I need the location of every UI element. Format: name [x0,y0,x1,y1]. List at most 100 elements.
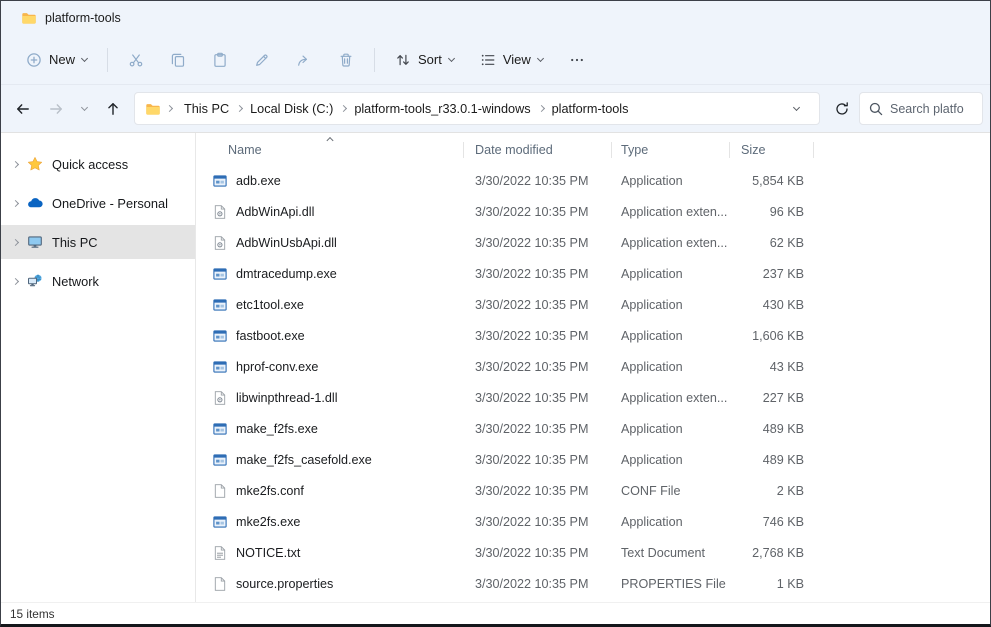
file-type: Application [612,174,730,188]
file-name-cell: mke2fs.conf [196,483,464,499]
file-type: Application [612,453,730,467]
arrow-left-icon [15,101,31,117]
file-name-cell: hprof-conv.exe [196,359,464,375]
navigation-bar: This PC Local Disk (C:) platform-tools_r33… [1,85,990,133]
file-row[interactable]: make_f2fs_casefold.exe3/30/2022 10:35 PM… [196,444,990,475]
cut-button[interactable] [115,45,157,75]
breadcrumb-item-platform-tools-r33-0-1-windows[interactable]: platform-tools_r33.0.1-windows [348,98,536,120]
file-row[interactable]: hprof-conv.exe3/30/2022 10:35 PMApplicat… [196,351,990,382]
column-header-type[interactable]: Type [612,135,730,165]
file-name: mke2fs.conf [236,484,304,498]
sidebar-item-label: This PC [52,235,98,250]
file-name: make_f2fs.exe [236,422,318,436]
file-date-modified: 3/30/2022 10:35 PM [464,453,612,467]
file-date-modified: 3/30/2022 10:35 PM [464,267,612,281]
file-row[interactable]: fastboot.exe3/30/2022 10:35 PMApplicatio… [196,320,990,351]
new-label: New [49,52,75,67]
file-row[interactable]: AdbWinApi.dll3/30/2022 10:35 PMApplicati… [196,196,990,227]
toolbar-separator [107,48,108,72]
forward-button[interactable] [40,93,71,124]
chevron-down-icon [80,103,87,110]
file-date-modified: 3/30/2022 10:35 PM [464,391,612,405]
refresh-button[interactable] [826,93,857,124]
file-date-modified: 3/30/2022 10:35 PM [464,329,612,343]
dll-icon [212,204,228,220]
file-size: 1 KB [730,577,814,591]
chevron-down-icon [792,103,799,110]
file-date-modified: 3/30/2022 10:35 PM [464,577,612,591]
sidebar-item-this-pc[interactable]: This PC [1,225,195,259]
file-size: 237 KB [730,267,814,281]
sort-label: Sort [418,52,442,67]
file-type: Application exten... [612,205,730,219]
paste-button[interactable] [199,45,241,75]
view-button[interactable]: View [467,45,556,75]
arrow-up-icon [105,101,121,117]
sidebar-item-quick-access[interactable]: Quick access [1,147,195,181]
sort-arrows-icon [395,52,411,68]
file-date-modified: 3/30/2022 10:35 PM [464,422,612,436]
file-name-cell: adb.exe [196,173,464,189]
share-button[interactable] [283,45,325,75]
column-header-size[interactable]: Size [730,135,814,165]
file-row[interactable]: etc1tool.exe3/30/2022 10:35 PMApplicatio… [196,289,990,320]
sidebar-item-onedrive-personal[interactable]: OneDrive - Personal [1,186,195,220]
column-label: Name [228,143,262,157]
file-row[interactable]: NOTICE.txt3/30/2022 10:35 PMText Documen… [196,537,990,568]
file-name-cell: fastboot.exe [196,328,464,344]
scissors-icon [128,52,144,68]
new-button[interactable]: New [13,45,100,75]
file-row[interactable]: libwinpthread-1.dll3/30/2022 10:35 PMApp… [196,382,990,413]
column-header-name[interactable]: Name [196,135,464,165]
file-type: PROPERTIES File [612,577,730,591]
file-name-cell: make_f2fs.exe [196,421,464,437]
back-button[interactable] [7,93,38,124]
breadcrumb-item-local-disk-c[interactable]: Local Disk (C:) [244,98,339,120]
delete-button[interactable] [325,45,367,75]
explorer-tab[interactable]: platform-tools [11,5,135,31]
file-date-modified: 3/30/2022 10:35 PM [464,546,612,560]
recent-locations-button[interactable] [73,93,95,124]
sort-button[interactable]: Sort [382,45,467,75]
address-dropdown-button[interactable] [785,97,807,121]
file-explorer-window: platform-tools New Sort View This PC Local … [0,0,991,627]
breadcrumb-item-platform-tools[interactable]: platform-tools [546,98,635,120]
file-name-cell: AdbWinUsbApi.dll [196,235,464,251]
file-row[interactable]: AdbWinUsbApi.dll3/30/2022 10:35 PMApplic… [196,227,990,258]
more-button[interactable] [556,45,598,75]
search-input[interactable] [890,102,974,116]
file-type: Application [612,329,730,343]
file-name: hprof-conv.exe [236,360,318,374]
file-date-modified: 3/30/2022 10:35 PM [464,174,612,188]
file-row[interactable]: adb.exe3/30/2022 10:35 PMApplication5,85… [196,165,990,196]
file-row[interactable]: source.properties3/30/2022 10:35 PMPROPE… [196,568,990,599]
file-type: Application [612,267,730,281]
file-date-modified: 3/30/2022 10:35 PM [464,236,612,250]
file-name-cell: source.properties [196,576,464,592]
file-date-modified: 3/30/2022 10:35 PM [464,205,612,219]
address-bar[interactable]: This PC Local Disk (C:) platform-tools_r33… [134,92,820,125]
sidebar-item-network[interactable]: Network [1,264,195,298]
file-size: 489 KB [730,453,814,467]
file-row[interactable]: mke2fs.conf3/30/2022 10:35 PMCONF File2 … [196,475,990,506]
command-bar: New Sort View [1,35,990,85]
column-label: Date modified [475,143,553,157]
file-name: libwinpthread-1.dll [236,391,338,405]
share-icon [296,52,312,68]
search-icon [868,101,884,117]
trash-icon [338,52,354,68]
copy-button[interactable] [157,45,199,75]
chevron-right-icon [12,199,19,206]
column-header-date-modified[interactable]: Date modified [464,135,612,165]
view-list-icon [480,52,496,68]
file-type: Application [612,422,730,436]
file-row[interactable]: mke2fs.exe3/30/2022 10:35 PMApplication7… [196,506,990,537]
breadcrumb-item-this-pc[interactable]: This PC [178,98,235,120]
file-date-modified: 3/30/2022 10:35 PM [464,515,612,529]
file-row[interactable]: dmtracedump.exe3/30/2022 10:35 PMApplica… [196,258,990,289]
file-row[interactable]: make_f2fs.exe 3/30/2022 10:35 PMApplicati… [196,413,990,444]
sidebar-item-label: Network [52,274,99,289]
application-icon [212,173,228,189]
up-button[interactable] [97,93,128,124]
rename-button[interactable] [241,45,283,75]
